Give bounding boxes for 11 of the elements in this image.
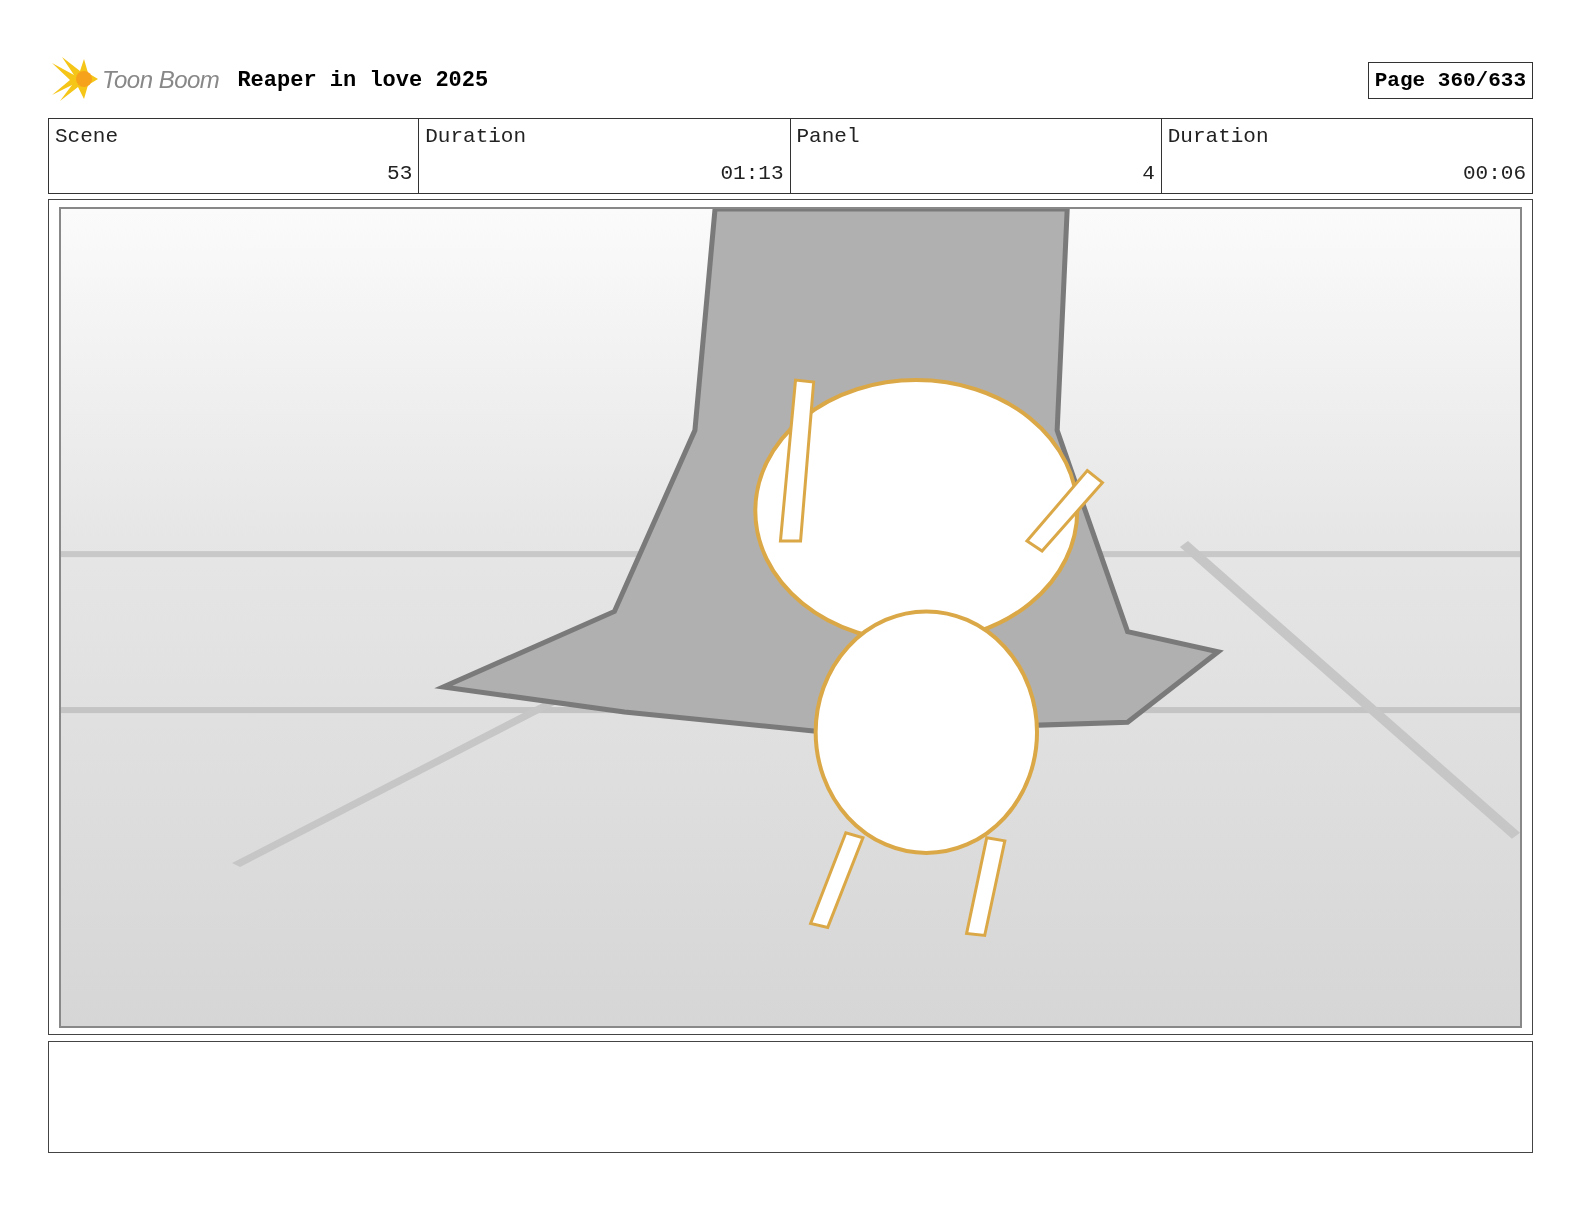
column-heading: Scene xyxy=(55,125,119,148)
logo-text: Toon Boom xyxy=(102,66,220,94)
table-cell-text: 53 xyxy=(386,162,413,185)
table-cell-text: 4 xyxy=(1141,162,1155,185)
column-heading: Panel xyxy=(796,125,861,148)
column-heading: Duration xyxy=(1167,125,1270,148)
column-heading: Duration xyxy=(425,125,528,148)
table-cell-text: 00:06 xyxy=(1462,162,1526,185)
page-number: Page 360/633 xyxy=(1367,61,1533,99)
storyboard-title: Reaper in love 2025 xyxy=(237,67,489,93)
table-cell-text: 01:13 xyxy=(719,162,784,185)
